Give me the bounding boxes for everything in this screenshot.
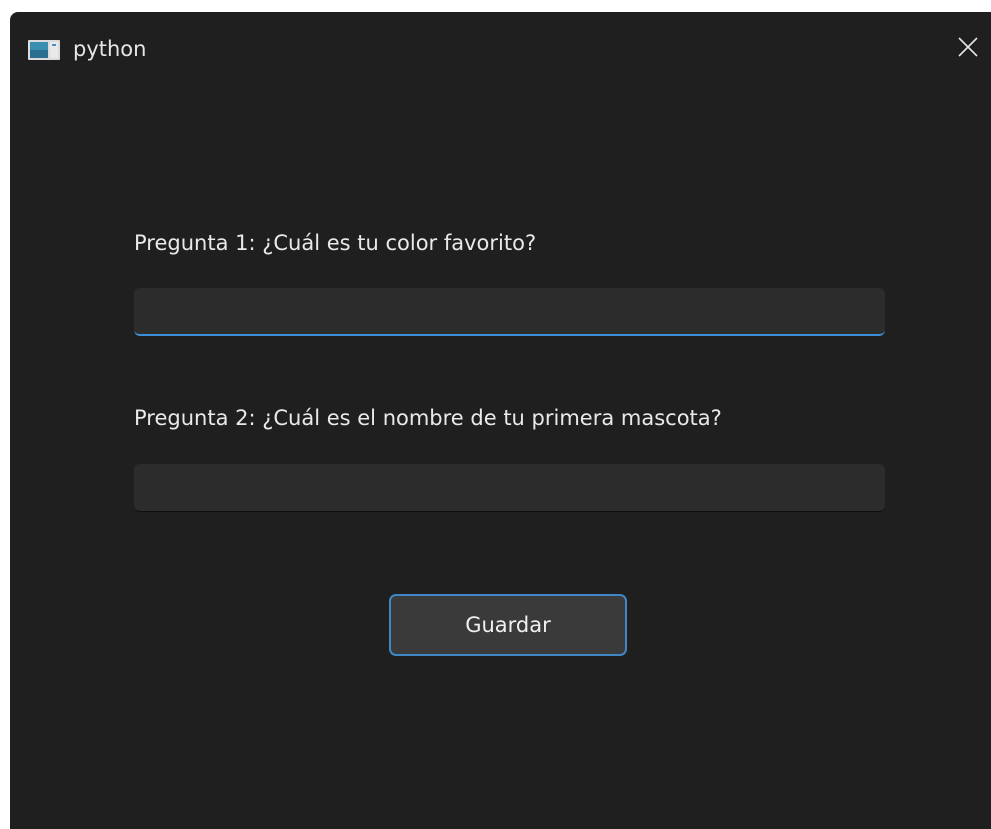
app-window: python Pregunta 1: ¿Cuál es tu color fav… <box>10 12 991 829</box>
app-window-icon <box>28 40 60 60</box>
question-1-label: Pregunta 1: ¿Cuál es tu color favorito? <box>134 231 537 255</box>
question-2-input[interactable] <box>134 464 885 512</box>
close-button[interactable] <box>945 12 991 86</box>
save-button[interactable]: Guardar <box>389 594 627 656</box>
question-2-label: Pregunta 2: ¿Cuál es el nombre de tu pri… <box>134 406 722 430</box>
title-bar[interactable]: python <box>10 12 991 86</box>
window-title: python <box>73 37 147 61</box>
question-1-input[interactable] <box>134 288 885 336</box>
close-icon <box>958 37 978 57</box>
